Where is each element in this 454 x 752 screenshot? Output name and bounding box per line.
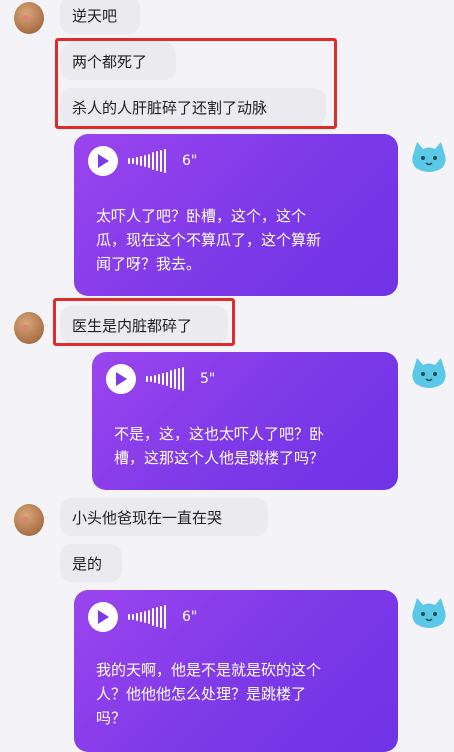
voice-message-card[interactable]: 6" 我的天啊，他是不是就是砍的这个 人？他他他怎么处理？是跳楼了 吗？ [74,590,398,752]
message-bubble[interactable]: 逆天吧 [60,0,140,34]
message-text: 小头他爸现在一直在哭 [72,509,223,527]
voice-transcript: 太吓人了吧？卧槽，这个，这个 瓜，现在这个不算瓜了，这个算新 闻了呀？我去。 [96,207,322,273]
voice-message-card[interactable]: 5" 不是，这，这也太吓人了吧？卧 槽，这那这个人他是跳楼了吗？ [92,352,398,490]
voice-message-card[interactable]: 6" 太吓人了吧？卧槽，这个，这个 瓜，现在这个不算瓜了，这个算新 闻了呀？我去… [74,134,398,296]
avatar[interactable] [410,140,448,174]
message-text: 是的 [72,555,103,573]
play-icon [116,372,127,386]
message-text: 逆天吧 [72,7,118,25]
voice-duration: 5" [200,371,216,387]
highlight-box [55,38,337,129]
avatar[interactable] [14,504,44,536]
voice-duration: 6" [182,153,198,169]
message-bubble[interactable]: 是的 [60,544,122,582]
play-icon [98,154,109,168]
voice-transcript: 不是，这，这也太吓人了吧？卧 槽，这那这个人他是跳楼了吗？ [114,425,325,467]
waveform-icon [128,149,166,173]
highlight-box [53,298,235,346]
avatar[interactable] [410,356,448,390]
avatar[interactable] [14,312,44,344]
voice-transcript: 我的天啊，他是不是就是砍的这个 人？他他他怎么处理？是跳楼了 吗？ [96,661,322,727]
voice-player[interactable]: 6" [88,602,197,632]
avatar[interactable] [14,2,44,34]
play-button[interactable] [106,364,136,394]
message-bubble[interactable]: 小头他爸现在一直在哭 [60,498,268,536]
waveform-icon [128,605,166,629]
avatar[interactable] [410,596,448,630]
voice-player[interactable]: 6" [88,146,197,176]
voice-player[interactable]: 5" [106,364,215,394]
play-button[interactable] [88,146,118,176]
voice-duration: 6" [182,609,198,625]
play-button[interactable] [88,602,118,632]
play-icon [98,610,109,624]
waveform-icon [146,367,184,391]
